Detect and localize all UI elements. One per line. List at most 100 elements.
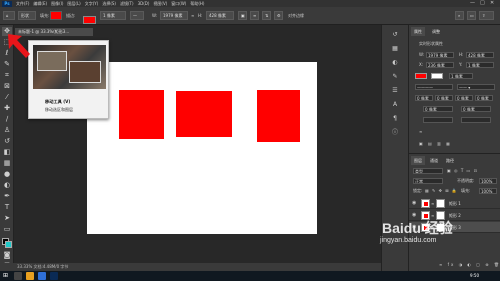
frame-tool-icon[interactable]: ⊠ <box>2 82 12 91</box>
properties-stroke-width[interactable]: 1 像素 <box>449 73 473 79</box>
workspace-icon[interactable]: ▭ <box>467 11 476 20</box>
tab-channels[interactable]: 通道 <box>427 156 441 165</box>
windows-start-icon[interactable]: ⊞ <box>3 273 8 279</box>
red-rectangle-2[interactable] <box>176 91 232 137</box>
color-panel-icon[interactable]: ◐ <box>390 59 400 67</box>
search-taskbar-icon[interactable] <box>14 272 22 280</box>
adjustments-panel-icon[interactable]: ☰ <box>390 87 400 95</box>
eraser-tool-icon[interactable]: ◧ <box>2 148 12 157</box>
browser-taskbar-icon[interactable] <box>38 272 46 280</box>
photoshop-taskbar-icon[interactable] <box>50 272 58 280</box>
type-tool-icon[interactable]: T <box>2 203 12 212</box>
red-rectangle-3[interactable] <box>257 90 300 142</box>
y-field[interactable]: 1 像素 <box>466 62 494 68</box>
fill-field[interactable]: 100% <box>479 188 497 194</box>
document-canvas[interactable] <box>87 62 317 234</box>
tab-adjustments[interactable]: 调整 <box>429 27 443 36</box>
healing-brush-tool-icon[interactable]: ✚ <box>2 104 12 113</box>
fill-color-swatch[interactable] <box>50 11 62 20</box>
align-edges-checkbox[interactable]: 对齐边缘 <box>288 12 304 20</box>
rectangle-tool-icon[interactable]: ▭ <box>2 225 12 234</box>
gear-icon[interactable]: ⚙ <box>274 11 283 20</box>
quick-select-tool-icon[interactable]: ✎ <box>2 60 12 69</box>
stroke-type-select[interactable]: — <box>130 11 144 20</box>
menu-filter[interactable]: 滤镜(T) <box>120 0 134 7</box>
menu-window[interactable]: 窗口(W) <box>171 0 186 7</box>
link-icon[interactable]: ∞ <box>191 12 194 20</box>
corner-radius-4[interactable]: 0 像素 <box>475 95 493 101</box>
layer-actions-icons[interactable]: ∞ fx ◑ ◐ ▢ ⊕ 🗑 <box>439 262 500 268</box>
layer-filter-kind[interactable]: 类型 <box>413 168 443 174</box>
menu-3d[interactable]: 3D(D) <box>138 0 150 7</box>
background-color-swatch[interactable] <box>5 241 12 248</box>
red-rectangle-1[interactable] <box>119 90 164 139</box>
radius-field-d[interactable] <box>461 117 491 123</box>
stroke-width-field[interactable]: 1 像素 <box>100 11 126 20</box>
share-icon[interactable]: ⇪ <box>479 11 494 20</box>
clone-stamp-tool-icon[interactable]: ♙ <box>2 126 12 135</box>
corner-radius-1[interactable]: 0 像素 <box>415 95 433 101</box>
search-icon[interactable]: ⌕ <box>455 11 464 20</box>
tab-paths[interactable]: 路径 <box>443 156 457 165</box>
height-field[interactable]: 428 像素 <box>206 11 234 20</box>
tab-layers[interactable]: 图层 <box>411 156 425 165</box>
radius-field-b[interactable]: 0 像素 <box>461 106 491 112</box>
link-radius-icon[interactable]: ∞ <box>419 129 422 135</box>
swatches-panel-icon[interactable]: ▦ <box>390 45 400 53</box>
menu-edit[interactable]: 编辑(E) <box>33 0 47 7</box>
path-alignment-icon[interactable]: ≡ <box>250 11 259 20</box>
menu-help[interactable]: 帮助(H) <box>190 0 204 7</box>
h-field[interactable]: 428 像素 <box>466 52 494 58</box>
quick-mask-icon[interactable]: ◙ <box>2 251 12 260</box>
visibility-eye-icon[interactable]: ◉ <box>412 200 416 207</box>
stroke-color-swatch[interactable] <box>83 16 96 24</box>
crop-tool-icon[interactable]: ⌗ <box>2 71 12 80</box>
blur-tool-icon[interactable]: ● <box>2 170 12 179</box>
menu-select[interactable]: 选择(S) <box>102 0 116 7</box>
menu-file[interactable]: 文件(F) <box>16 0 29 7</box>
tab-properties[interactable]: 属性 <box>411 27 425 36</box>
properties-stroke-swatch[interactable] <box>431 73 443 79</box>
paragraph-panel-icon[interactable]: ¶ <box>390 115 400 123</box>
blend-mode-select[interactable]: 正常 <box>413 178 443 184</box>
menu-type[interactable]: 文字(Y) <box>85 0 99 7</box>
path-arrangement-icon[interactable]: ⇅ <box>262 11 271 20</box>
pathfinder-icons[interactable]: ▣ ▤ ▥ ▦ <box>419 141 452 147</box>
radius-field-c[interactable] <box>423 117 453 123</box>
layer-filter-icons[interactable]: ▣ ◎ T ▭ ⊡ <box>447 168 478 174</box>
stroke-align-select[interactable]: —— ▾ <box>457 84 495 90</box>
radius-field-a[interactable]: 0 像素 <box>423 106 453 112</box>
layer-row[interactable]: ◉ ∞ 矩形 1 <box>409 198 500 209</box>
x-field[interactable]: 236 像素 <box>426 62 454 68</box>
width-field[interactable]: 1979 像素 <box>160 11 188 20</box>
w-field[interactable]: 1979 像素 <box>426 52 454 58</box>
eyedropper-tool-icon[interactable]: ⁄ <box>2 93 12 102</box>
minimize-button[interactable]: — <box>470 0 475 7</box>
corner-radius-2[interactable]: 0 像素 <box>435 95 453 101</box>
path-select-tool-icon[interactable]: ➤ <box>2 214 12 223</box>
corner-radius-3[interactable]: 0 像素 <box>455 95 473 101</box>
history-panel-icon[interactable]: ↺ <box>390 31 400 39</box>
properties-fill-swatch[interactable] <box>415 73 427 79</box>
tool-preset-button[interactable]: ⌂ <box>3 11 15 20</box>
status-bar: 33.33% 文档:4.48M/0 字节 <box>0 263 381 271</box>
menu-view[interactable]: 视图(V) <box>153 0 167 7</box>
pen-tool-icon[interactable]: ✒ <box>2 192 12 201</box>
menu-image[interactable]: 图像(I) <box>51 0 63 7</box>
brush-tool-icon[interactable]: ∕ <box>2 115 12 124</box>
lock-icons[interactable]: ▦ ✎ ✥ ⊠ 🔒 <box>425 188 458 194</box>
menu-layer[interactable]: 图层(L) <box>67 0 80 7</box>
brush-panel-icon[interactable]: ✎ <box>390 73 400 81</box>
opacity-field[interactable]: 100% <box>479 178 497 184</box>
path-operations-icon[interactable]: ▣ <box>238 11 247 20</box>
maximize-button[interactable]: □ <box>480 0 485 7</box>
history-brush-tool-icon[interactable]: ↺ <box>2 137 12 146</box>
gradient-tool-icon[interactable]: ▦ <box>2 159 12 168</box>
shape-mode-select[interactable]: 形状 <box>18 11 36 20</box>
character-panel-icon[interactable]: A <box>390 101 400 109</box>
info-panel-icon[interactable]: ⓘ <box>390 129 400 137</box>
dodge-tool-icon[interactable]: ◐ <box>2 181 12 190</box>
folder-taskbar-icon[interactable] <box>26 272 34 280</box>
stroke-type-select[interactable]: ———— <box>415 84 453 90</box>
close-button[interactable]: ✕ <box>490 0 494 7</box>
